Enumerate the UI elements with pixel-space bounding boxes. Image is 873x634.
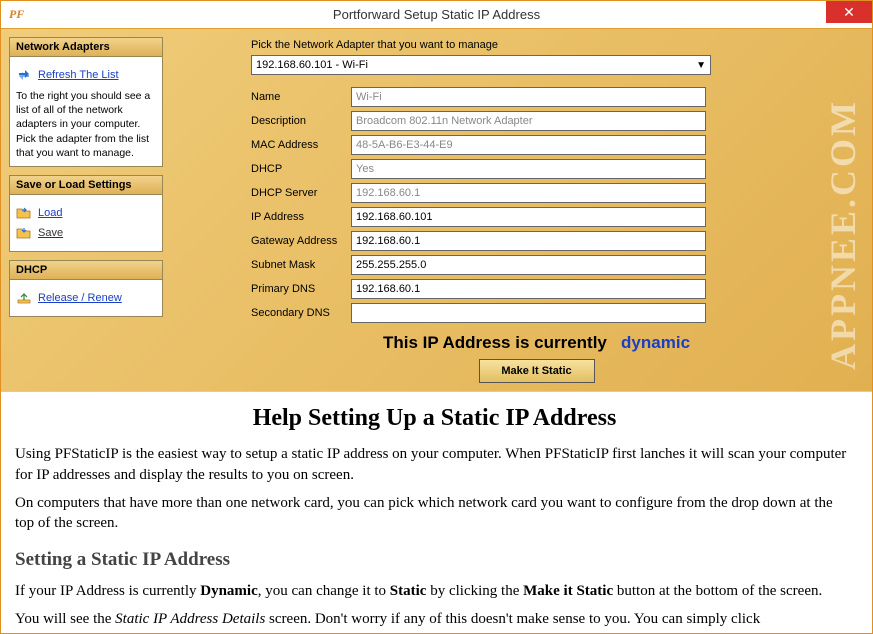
status-prefix: This IP Address is currently bbox=[383, 333, 607, 352]
help-paragraph: On computers that have more than one net… bbox=[15, 493, 854, 534]
status-value: dynamic bbox=[621, 333, 690, 352]
ip-status-line: This IP Address is currently dynamic bbox=[251, 333, 822, 353]
help-text: , you can change it to bbox=[258, 583, 390, 599]
help-pane[interactable]: Help Setting Up a Static IP Address Usin… bbox=[1, 392, 872, 634]
pick-adapter-label: Pick the Network Adapter that you want t… bbox=[251, 39, 822, 51]
row-gateway: Gateway Address bbox=[251, 229, 822, 253]
release-renew-link[interactable]: Release / Renew bbox=[38, 292, 122, 304]
label-name: Name bbox=[251, 91, 351, 103]
refresh-link[interactable]: Refresh The List bbox=[38, 69, 119, 81]
input-name bbox=[351, 87, 706, 107]
folder-open-icon bbox=[16, 205, 32, 221]
save-link[interactable]: Save bbox=[38, 227, 63, 239]
upper-pane: APPNEE.COM Network Adapters Refresh The … bbox=[1, 29, 872, 392]
titlebar: PF Portforward Setup Static IP Address ✕ bbox=[1, 1, 872, 29]
help-italic: Static IP Address Details bbox=[115, 611, 265, 627]
label-description: Description bbox=[251, 115, 351, 127]
close-icon: ✕ bbox=[843, 4, 855, 21]
label-ip: IP Address bbox=[251, 211, 351, 223]
adapter-dropdown[interactable]: 192.168.60.101 - Wi-Fi ▼ bbox=[251, 55, 711, 75]
label-subnet: Subnet Mask bbox=[251, 259, 351, 271]
help-bold: Dynamic bbox=[200, 583, 258, 599]
input-dns1[interactable] bbox=[351, 279, 706, 299]
row-dhcp-server: DHCP Server bbox=[251, 181, 822, 205]
label-dns1: Primary DNS bbox=[251, 283, 351, 295]
close-button[interactable]: ✕ bbox=[826, 1, 872, 23]
refresh-icon bbox=[16, 67, 32, 83]
chevron-down-icon: ▼ bbox=[696, 60, 706, 71]
window-title: Portforward Setup Static IP Address bbox=[333, 7, 540, 22]
input-mac bbox=[351, 135, 706, 155]
make-static-button[interactable]: Make It Static bbox=[479, 359, 595, 383]
input-gateway[interactable] bbox=[351, 231, 706, 251]
adapter-selected-value: 192.168.60.101 - Wi-Fi bbox=[256, 59, 368, 71]
panel-header: DHCP bbox=[10, 261, 162, 280]
load-link[interactable]: Load bbox=[38, 207, 62, 219]
help-text: screen. Don't worry if any of this doesn… bbox=[265, 611, 760, 627]
main-form: Pick the Network Adapter that you want t… bbox=[163, 29, 872, 391]
sidebar: Network Adapters Refresh The List To the… bbox=[1, 29, 163, 391]
panel-dhcp: DHCP Release / Renew bbox=[9, 260, 163, 317]
save-link-row[interactable]: Save bbox=[16, 225, 156, 241]
help-bold: Static bbox=[390, 583, 427, 599]
row-dns1: Primary DNS bbox=[251, 277, 822, 301]
label-dhcp-server: DHCP Server bbox=[251, 187, 351, 199]
help-text: If your IP Address is currently bbox=[15, 583, 200, 599]
label-mac: MAC Address bbox=[251, 139, 351, 151]
help-text: button at the bottom of the screen. bbox=[613, 583, 822, 599]
label-dhcp: DHCP bbox=[251, 163, 351, 175]
adapters-instructions: To the right you should see a list of al… bbox=[16, 89, 156, 160]
label-gateway: Gateway Address bbox=[251, 235, 351, 247]
panel-body: Load Save bbox=[10, 195, 162, 251]
help-text: You will see the bbox=[15, 611, 115, 627]
row-subnet: Subnet Mask bbox=[251, 253, 822, 277]
help-bold: Make it Static bbox=[523, 583, 613, 599]
panel-body: Release / Renew bbox=[10, 280, 162, 316]
release-renew-row[interactable]: Release / Renew bbox=[16, 290, 156, 306]
label-dns2: Secondary DNS bbox=[251, 307, 351, 319]
load-link-row[interactable]: Load bbox=[16, 205, 156, 221]
panel-header: Save or Load Settings bbox=[10, 176, 162, 195]
input-dhcp-server bbox=[351, 183, 706, 203]
input-dhcp bbox=[351, 159, 706, 179]
panel-network-adapters: Network Adapters Refresh The List To the… bbox=[9, 37, 163, 167]
row-mac: MAC Address bbox=[251, 133, 822, 157]
panel-save-load: Save or Load Settings Load Save bbox=[9, 175, 163, 252]
input-description bbox=[351, 111, 706, 131]
network-icon bbox=[16, 290, 32, 306]
input-subnet[interactable] bbox=[351, 255, 706, 275]
row-description: Description bbox=[251, 109, 822, 133]
help-paragraph: You will see the Static IP Address Detai… bbox=[15, 609, 854, 629]
input-ip[interactable] bbox=[351, 207, 706, 227]
help-subheading: Setting a Static IP Address bbox=[15, 547, 854, 573]
input-dns2[interactable] bbox=[351, 303, 706, 323]
app-icon: PF bbox=[9, 7, 25, 23]
row-name: Name bbox=[251, 85, 822, 109]
refresh-link-row[interactable]: Refresh The List bbox=[16, 67, 156, 83]
panel-body: Refresh The List To the right you should… bbox=[10, 57, 162, 166]
row-dns2: Secondary DNS bbox=[251, 301, 822, 325]
row-ip: IP Address bbox=[251, 205, 822, 229]
help-text: by clicking the bbox=[426, 583, 523, 599]
help-heading: Help Setting Up a Static IP Address bbox=[15, 402, 854, 434]
row-dhcp: DHCP bbox=[251, 157, 822, 181]
panel-header: Network Adapters bbox=[10, 38, 162, 57]
help-paragraph: Using PFStaticIP is the easiest way to s… bbox=[15, 444, 854, 485]
help-paragraph: If your IP Address is currently Dynamic,… bbox=[15, 581, 854, 601]
folder-save-icon bbox=[16, 225, 32, 241]
